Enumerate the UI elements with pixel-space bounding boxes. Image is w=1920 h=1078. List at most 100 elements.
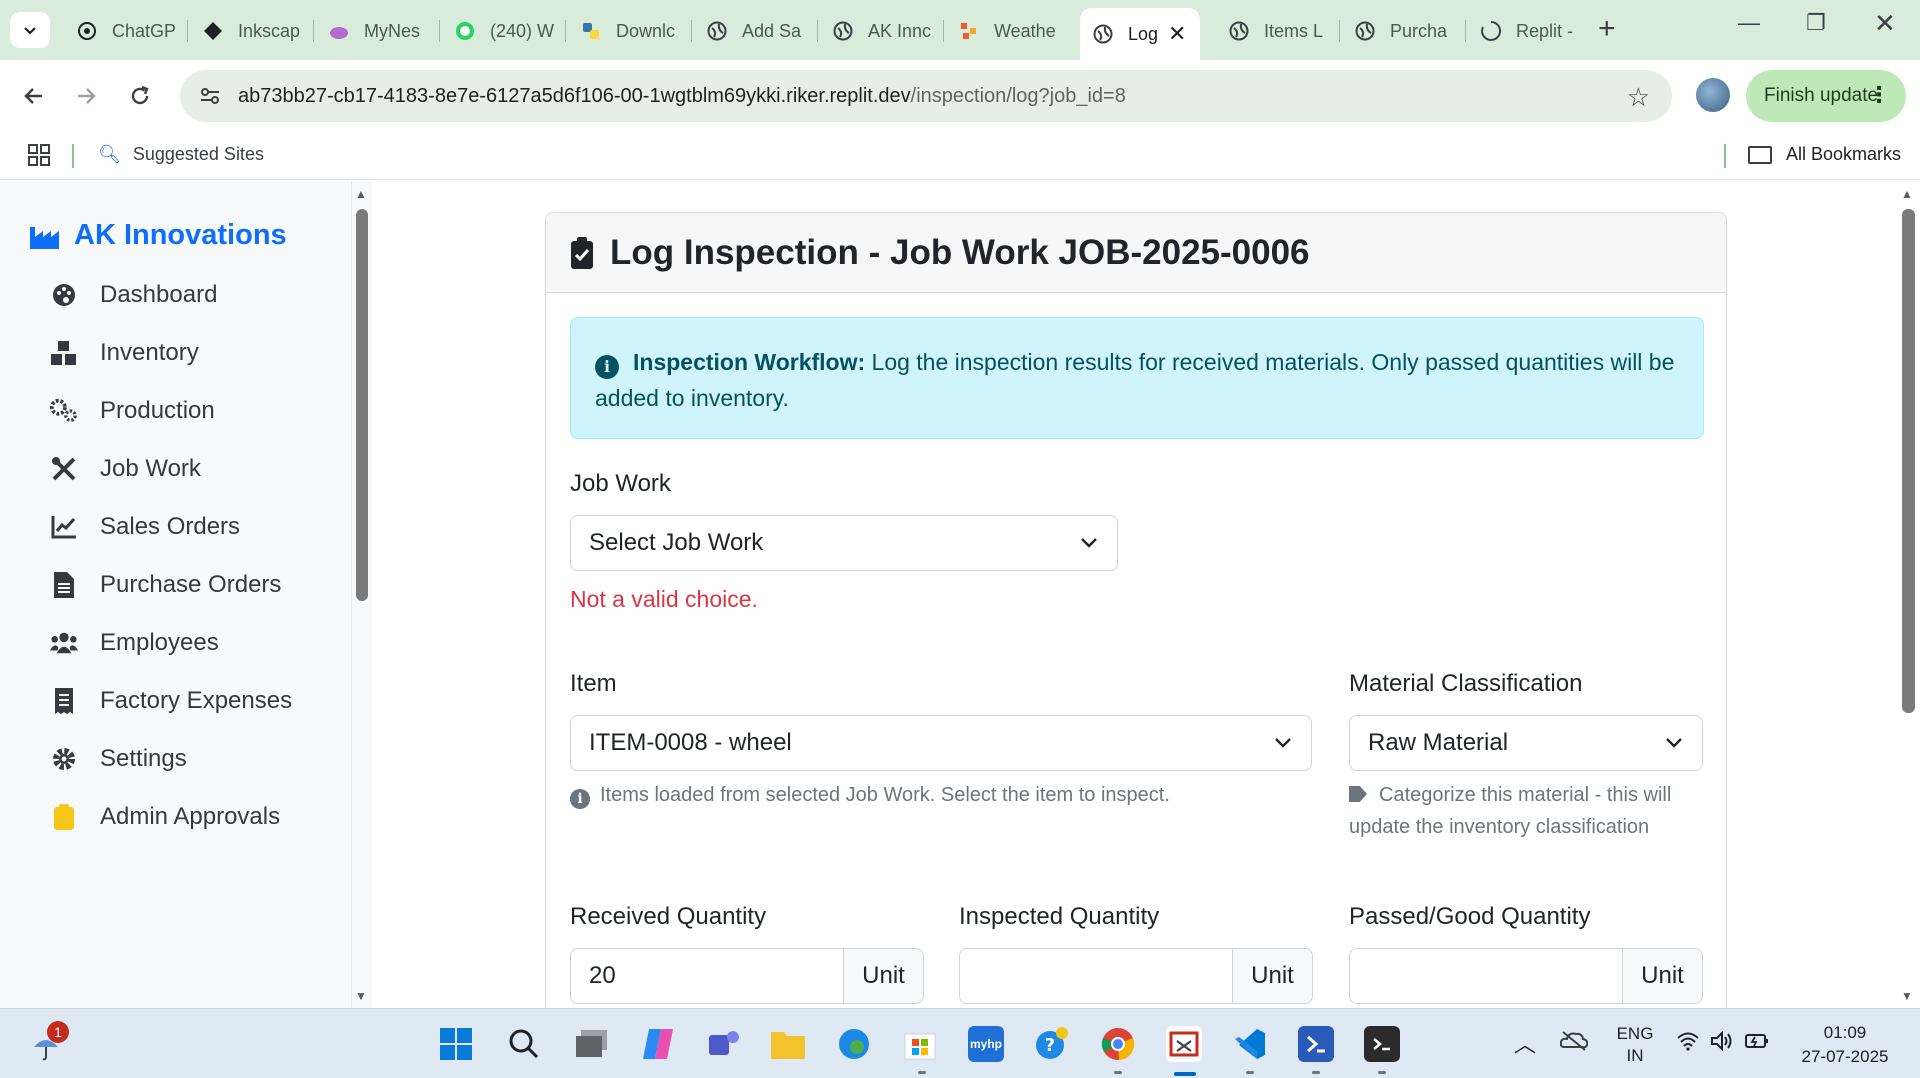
globe-icon xyxy=(1354,20,1376,42)
item-select[interactable]: ITEM-0008 - wheel xyxy=(570,715,1312,771)
start-icon[interactable] xyxy=(438,1026,474,1062)
terminal-icon[interactable] xyxy=(1364,1026,1400,1062)
myhp-icon[interactable]: myhp xyxy=(968,1026,1004,1062)
whatsapp-icon xyxy=(454,20,476,42)
sidebar-item-production[interactable]: Production xyxy=(50,391,215,431)
help-icon[interactable]: ? xyxy=(1034,1026,1070,1062)
tab-download[interactable]: Downlc xyxy=(568,10,686,52)
more-menu-icon[interactable]: ⋮ xyxy=(1868,82,1890,108)
chrome-icon[interactable] xyxy=(1100,1026,1136,1062)
tab-separator xyxy=(187,20,188,42)
minimize-icon[interactable]: — xyxy=(1738,10,1760,36)
search-icon[interactable] xyxy=(506,1026,542,1062)
scroll-down-icon[interactable]: ▼ xyxy=(1901,989,1913,1003)
clipboard-check-icon xyxy=(571,236,593,269)
suggested-sites-bookmark[interactable]: 🔍︎ Suggested Sites xyxy=(98,144,264,165)
chevron-down-icon xyxy=(1081,538,1097,548)
file-explorer-icon[interactable] xyxy=(770,1026,806,1062)
weather-app-icon xyxy=(958,20,980,42)
restore-icon[interactable]: ❐ xyxy=(1806,10,1826,36)
apps-grid-icon[interactable] xyxy=(28,144,50,166)
tab-search-button[interactable] xyxy=(10,12,50,48)
sidebar-item-job-work[interactable]: Job Work xyxy=(50,449,201,489)
scroll-up-icon[interactable]: ▲ xyxy=(1901,187,1913,201)
snipping-tool-icon[interactable] xyxy=(1166,1026,1202,1062)
store-icon[interactable] xyxy=(902,1026,938,1062)
tab-ak-innovations[interactable]: AK Innc xyxy=(820,10,938,52)
sidebar-item-factory-expenses[interactable]: Factory Expenses xyxy=(50,681,292,721)
bookmark-divider xyxy=(72,144,74,168)
clock[interactable]: 01:09 27-07-2025 xyxy=(1790,1021,1900,1069)
profile-avatar[interactable] xyxy=(1696,78,1730,112)
sidebar-item-sales-orders[interactable]: Sales Orders xyxy=(50,507,240,547)
task-view-icon[interactable] xyxy=(574,1026,610,1062)
new-tab-icon[interactable]: + xyxy=(1598,12,1616,46)
tab-weather[interactable]: Weathe xyxy=(946,10,1064,52)
received-quantity-input[interactable]: 20 xyxy=(571,949,843,1003)
all-bookmarks-button[interactable]: All Bookmarks xyxy=(1748,144,1901,165)
powershell-icon[interactable] xyxy=(1298,1026,1334,1062)
info-alert: i Inspection Workflow: Log the inspection… xyxy=(570,317,1704,439)
clipboard-check-icon xyxy=(50,803,78,831)
brand-logo[interactable]: AK Innovations xyxy=(30,219,287,252)
site-settings-icon[interactable] xyxy=(198,84,222,108)
sidebar-item-admin-approvals[interactable]: Admin Approvals xyxy=(50,797,280,837)
battery-icon[interactable] xyxy=(1744,1031,1770,1056)
tab-add-sa[interactable]: Add Sa xyxy=(694,10,812,52)
close-tab-icon[interactable]: ✕ xyxy=(1168,21,1186,47)
tab-log-inspection-active[interactable]: Log ✕ xyxy=(1080,8,1200,60)
teams-icon[interactable] xyxy=(706,1026,742,1062)
close-window-icon[interactable]: ✕ xyxy=(1874,8,1896,39)
forward-icon[interactable] xyxy=(68,78,104,114)
browser-toolbar: ab73bb27-cb17-4183-8e7e-6127a5d6f106-00-… xyxy=(0,60,1920,132)
input-language-indicator[interactable]: ENG IN xyxy=(1610,1023,1660,1067)
globe-icon xyxy=(706,20,728,42)
edge-icon[interactable] xyxy=(836,1026,872,1062)
card-header: Log Inspection - Job Work JOB-2025-0006 xyxy=(546,213,1726,293)
folder-icon xyxy=(1748,145,1772,164)
sidebar-item-purchase-orders[interactable]: Purchase Orders xyxy=(50,565,281,605)
passed-quantity-input-group: Unit xyxy=(1349,948,1703,1004)
chatgpt-icon xyxy=(76,20,98,42)
onedrive-icon[interactable] xyxy=(1559,1029,1589,1056)
tab-purchase[interactable]: Purcha xyxy=(1342,10,1460,52)
job-work-error: Not a valid choice. xyxy=(570,586,758,612)
tab-inkscape[interactable]: Inkscap xyxy=(190,10,308,52)
job-work-select[interactable]: Select Job Work xyxy=(570,515,1118,571)
sidebar-item-inventory[interactable]: Inventory xyxy=(50,333,199,373)
sidebar-item-employees[interactable]: Employees xyxy=(50,623,219,663)
tab-items[interactable]: Items L xyxy=(1216,10,1334,52)
chevron-down-icon xyxy=(1275,738,1291,748)
reload-icon[interactable] xyxy=(122,78,158,114)
show-hidden-icons[interactable]: ︿ xyxy=(1514,1027,1536,1059)
finish-update-button[interactable]: Finish update ⋮ xyxy=(1746,70,1906,122)
tab-whatsapp[interactable]: (240) W xyxy=(442,10,560,52)
bookmark-star-icon[interactable]: ☆ xyxy=(1627,82,1650,113)
back-icon[interactable] xyxy=(16,78,52,114)
wifi-icon[interactable] xyxy=(1676,1031,1700,1056)
volume-icon[interactable] xyxy=(1710,1030,1734,1056)
receipt-icon xyxy=(50,687,78,715)
tab-replit[interactable]: Replit - xyxy=(1468,10,1586,52)
line-chart-icon xyxy=(50,513,78,541)
address-bar[interactable]: ab73bb27-cb17-4183-8e7e-6127a5d6f106-00-… xyxy=(180,70,1672,122)
sidebar-scrollbar-thumb[interactable] xyxy=(356,209,368,601)
scroll-up-icon[interactable]: ▲ xyxy=(355,187,367,201)
copilot-icon[interactable] xyxy=(640,1026,676,1062)
material-classification-select[interactable]: Raw Material xyxy=(1349,715,1703,771)
passed-quantity-input[interactable] xyxy=(1350,949,1622,1003)
tab-separator xyxy=(313,20,314,42)
tag-icon xyxy=(1349,786,1367,802)
tab-mynes[interactable]: MyNes xyxy=(316,10,434,52)
tab-chatgpt[interactable]: ChatGP xyxy=(64,10,182,52)
info-icon: i xyxy=(570,789,590,809)
passed-quantity-label: Passed/Good Quantity xyxy=(1349,903,1591,930)
job-work-label: Job Work xyxy=(570,470,671,497)
vscode-icon[interactable] xyxy=(1232,1026,1268,1062)
info-icon: i xyxy=(595,355,619,379)
inspected-quantity-input[interactable] xyxy=(960,949,1232,1003)
sidebar-item-settings[interactable]: Settings xyxy=(50,739,187,779)
main-scrollbar-thumb[interactable] xyxy=(1902,209,1915,713)
scroll-down-icon[interactable]: ▼ xyxy=(355,989,367,1003)
sidebar-item-dashboard[interactable]: Dashboard xyxy=(50,275,217,315)
